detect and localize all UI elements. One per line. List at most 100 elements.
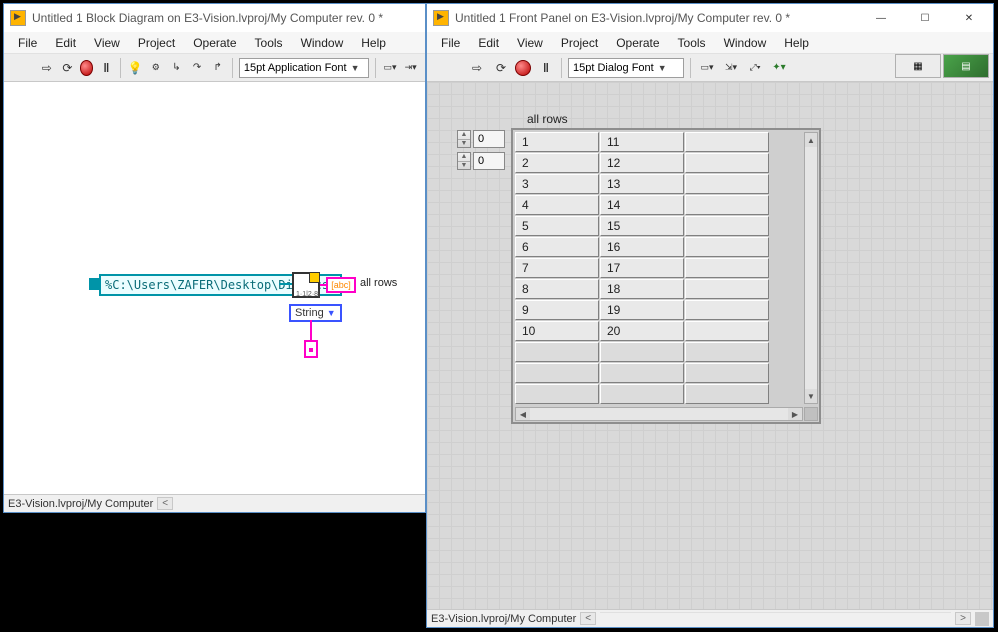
col-index-value[interactable]: 0 <box>473 152 505 170</box>
table-cell[interactable] <box>685 300 769 320</box>
menu-operate[interactable]: Operate <box>608 34 667 52</box>
table-cell[interactable]: 1 <box>515 132 599 152</box>
table-cell[interactable] <box>600 342 684 362</box>
run-continuous-button[interactable]: ⟳ <box>59 58 76 78</box>
table-cell[interactable]: 6 <box>515 237 599 257</box>
row-index-value[interactable]: 0 <box>473 130 505 148</box>
table-cell[interactable]: 10 <box>515 321 599 341</box>
run-continuous-button[interactable]: ⟳ <box>491 58 511 78</box>
vi-icon[interactable]: ▤ <box>943 54 989 78</box>
status-size-grip[interactable] <box>975 612 989 626</box>
table-cell[interactable]: 4 <box>515 195 599 215</box>
status-scroll-track[interactable] <box>600 612 951 626</box>
table-cell[interactable] <box>685 321 769 341</box>
read-spreadsheet-node[interactable]: 1·1|2·8| <box>292 272 320 298</box>
table-cell[interactable] <box>685 216 769 236</box>
path-wire[interactable] <box>279 283 292 285</box>
table-cell[interactable]: 12 <box>600 153 684 173</box>
table-cell[interactable]: 18 <box>600 279 684 299</box>
resize-button[interactable]: ⤢▾ <box>745 58 765 78</box>
menu-file[interactable]: File <box>10 34 45 52</box>
menu-tools[interactable]: Tools <box>247 34 291 52</box>
table-cell[interactable] <box>685 384 769 404</box>
abort-button[interactable] <box>515 60 531 76</box>
polymorphic-selector[interactable]: String ▼ <box>289 304 342 322</box>
table-cell[interactable] <box>515 363 599 383</box>
vertical-scrollbar[interactable]: ▲ ▼ <box>804 132 818 404</box>
table-cell[interactable] <box>600 363 684 383</box>
menu-edit[interactable]: Edit <box>47 34 84 52</box>
highlight-exec-button[interactable]: 💡 <box>127 58 144 78</box>
table-cell[interactable]: 3 <box>515 174 599 194</box>
maximize-button[interactable]: ☐ <box>903 5 947 31</box>
table-cell[interactable] <box>685 342 769 362</box>
table-cell[interactable] <box>515 384 599 404</box>
menu-file[interactable]: File <box>433 34 468 52</box>
reorder-button[interactable]: ✦▾ <box>769 58 789 78</box>
align-button[interactable]: ▭▾ <box>697 58 717 78</box>
pause-button[interactable]: ‖ <box>535 58 555 78</box>
table-cell[interactable]: 5 <box>515 216 599 236</box>
table-cell[interactable] <box>685 153 769 173</box>
table-cell[interactable] <box>515 342 599 362</box>
row-index-spinner[interactable]: ▲▼ <box>457 130 471 148</box>
table-cell[interactable]: 8 <box>515 279 599 299</box>
step-into-button[interactable]: ↳ <box>168 58 185 78</box>
menu-help[interactable]: Help <box>776 34 817 52</box>
status-chevron-left[interactable]: < <box>580 612 596 625</box>
table-cell[interactable] <box>685 279 769 299</box>
table-cell[interactable] <box>685 237 769 257</box>
table-cell[interactable]: 15 <box>600 216 684 236</box>
minimize-button[interactable]: — <box>859 5 903 31</box>
table-cell[interactable]: 16 <box>600 237 684 257</box>
run-button[interactable]: ⇨ <box>467 58 487 78</box>
scroll-right-icon[interactable]: ▶ <box>788 408 802 420</box>
status-chevron-left[interactable]: < <box>157 497 173 510</box>
close-button[interactable]: ✕ <box>947 5 991 31</box>
table-cell[interactable]: 19 <box>600 300 684 320</box>
menu-project[interactable]: Project <box>553 34 606 52</box>
step-out-button[interactable]: ↱ <box>209 58 226 78</box>
menu-view[interactable]: View <box>509 34 551 52</box>
array-indicator[interactable]: 1112123134145156167178189191020 ▲ ▼ ◀ ▶ <box>511 128 821 424</box>
indicator-terminal[interactable]: [abc] <box>326 277 356 293</box>
menu-help[interactable]: Help <box>353 34 394 52</box>
size-grip[interactable] <box>804 407 818 421</box>
horizontal-scrollbar[interactable]: ◀ ▶ <box>515 407 803 421</box>
bd-canvas[interactable]: %C:\Users\ZAFER\Desktop\Dizi.csv 1·1|2·8… <box>4 82 425 494</box>
font-selector[interactable]: 15pt Dialog Font ▼ <box>568 58 684 78</box>
unwired-terminal[interactable] <box>304 340 318 358</box>
table-cell[interactable] <box>685 258 769 278</box>
bd-titlebar[interactable]: Untitled 1 Block Diagram on E3-Vision.lv… <box>4 4 425 32</box>
step-over-button[interactable]: ↷ <box>189 58 206 78</box>
scroll-down-icon[interactable]: ▼ <box>805 389 817 403</box>
retain-wire-button[interactable]: ⚙ <box>147 58 164 78</box>
scroll-left-icon[interactable]: ◀ <box>516 408 530 420</box>
connector-pane[interactable]: ▦ <box>895 54 941 78</box>
align-button[interactable]: ▭▾ <box>382 58 399 78</box>
table-cell[interactable]: 11 <box>600 132 684 152</box>
run-button[interactable]: ⇨ <box>38 58 55 78</box>
pause-button[interactable]: ‖ <box>97 58 114 78</box>
menu-window[interactable]: Window <box>293 34 352 52</box>
table-cell[interactable] <box>685 174 769 194</box>
wire-v[interactable] <box>310 320 312 342</box>
table-cell[interactable]: 14 <box>600 195 684 215</box>
table-cell[interactable]: 17 <box>600 258 684 278</box>
distribute-button[interactable]: ⇲▾ <box>721 58 741 78</box>
table-cell[interactable]: 7 <box>515 258 599 278</box>
abort-button[interactable] <box>80 60 93 76</box>
table-cell[interactable] <box>685 195 769 215</box>
table-cell[interactable]: 2 <box>515 153 599 173</box>
distribute-button[interactable]: ⇥▾ <box>402 58 419 78</box>
menu-operate[interactable]: Operate <box>185 34 244 52</box>
menu-project[interactable]: Project <box>130 34 183 52</box>
scroll-up-icon[interactable]: ▲ <box>805 133 817 147</box>
menu-tools[interactable]: Tools <box>670 34 714 52</box>
table-cell[interactable] <box>685 132 769 152</box>
table-cell[interactable] <box>685 363 769 383</box>
fp-canvas[interactable]: all rows ▲▼ 0 ▲▼ 0 111212313414515616717… <box>427 82 993 609</box>
menu-view[interactable]: View <box>86 34 128 52</box>
table-cell[interactable]: 20 <box>600 321 684 341</box>
fp-titlebar[interactable]: Untitled 1 Front Panel on E3-Vision.lvpr… <box>427 4 993 32</box>
